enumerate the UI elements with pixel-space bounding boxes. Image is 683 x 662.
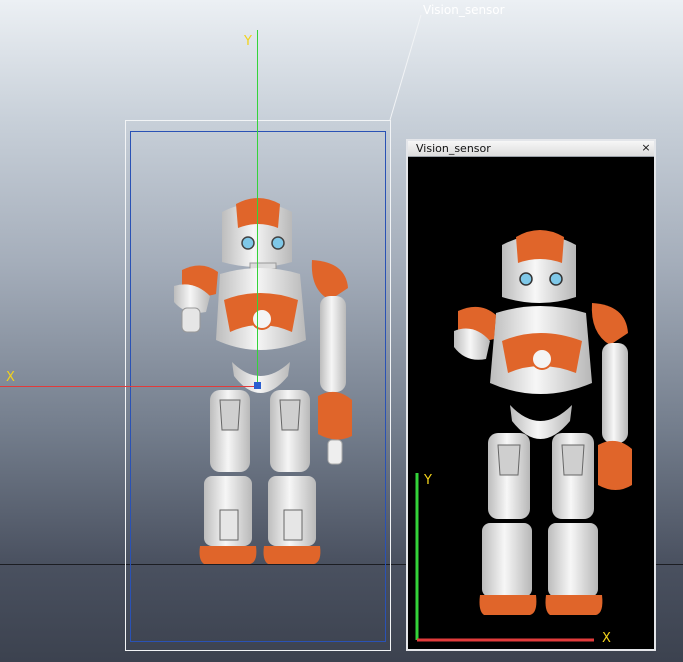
sensor-robot-render <box>415 230 632 642</box>
origin-marker <box>254 382 261 389</box>
y-axis-label: Y <box>244 34 252 49</box>
floating-view-title: Vision_sensor <box>416 142 491 155</box>
close-icon[interactable]: × <box>640 142 652 154</box>
x-axis-label: X <box>6 370 15 385</box>
robot-model[interactable] <box>160 190 360 570</box>
vision-sensor-floating-view[interactable]: Vision_sensor × Y X <box>406 139 656 651</box>
sensor-image: Y X <box>408 157 654 649</box>
y-axis-line <box>257 30 258 386</box>
object-label[interactable]: Vision_sensor <box>423 3 505 17</box>
sensor-y-axis-label: Y <box>424 473 432 488</box>
sensor-x-axis-label: X <box>602 631 611 646</box>
floating-view-titlebar[interactable]: Vision_sensor × <box>408 141 654 157</box>
x-axis-line <box>0 386 258 387</box>
